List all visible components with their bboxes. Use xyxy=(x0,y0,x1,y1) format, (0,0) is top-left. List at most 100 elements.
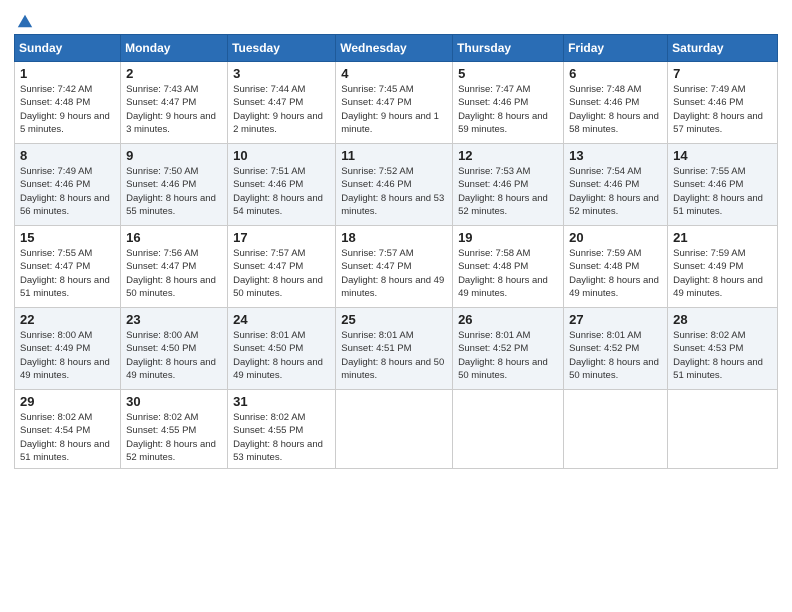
day-number: 18 xyxy=(341,230,447,245)
day-info: Sunrise: 7:55 AM Sunset: 4:47 PM Dayligh… xyxy=(20,247,115,300)
day-info: Sunrise: 7:49 AM Sunset: 4:46 PM Dayligh… xyxy=(20,165,115,218)
day-info: Sunrise: 7:56 AM Sunset: 4:47 PM Dayligh… xyxy=(126,247,222,300)
day-info: Sunrise: 7:44 AM Sunset: 4:47 PM Dayligh… xyxy=(233,83,330,136)
calendar-cell: 16 Sunrise: 7:56 AM Sunset: 4:47 PM Dayl… xyxy=(121,226,228,308)
day-number: 13 xyxy=(569,148,662,163)
logo-icon xyxy=(16,12,34,30)
daylight-label: Daylight: 8 hours and 51 minutes. xyxy=(673,193,763,217)
sunrise-label: Sunrise: 8:01 AM xyxy=(233,330,305,341)
day-info: Sunrise: 8:02 AM Sunset: 4:54 PM Dayligh… xyxy=(20,411,115,464)
sunset-label: Sunset: 4:47 PM xyxy=(126,261,196,272)
day-info: Sunrise: 7:45 AM Sunset: 4:47 PM Dayligh… xyxy=(341,83,447,136)
calendar-cell xyxy=(668,390,778,469)
sunset-label: Sunset: 4:47 PM xyxy=(20,261,90,272)
calendar-cell xyxy=(336,390,453,469)
sunrise-label: Sunrise: 7:54 AM xyxy=(569,166,641,177)
day-number: 17 xyxy=(233,230,330,245)
day-number: 28 xyxy=(673,312,772,327)
sunset-label: Sunset: 4:54 PM xyxy=(20,425,90,436)
day-number: 9 xyxy=(126,148,222,163)
calendar-cell: 24 Sunrise: 8:01 AM Sunset: 4:50 PM Dayl… xyxy=(228,308,336,390)
sunrise-label: Sunrise: 8:02 AM xyxy=(673,330,745,341)
sunrise-label: Sunrise: 7:52 AM xyxy=(341,166,413,177)
calendar-cell: 28 Sunrise: 8:02 AM Sunset: 4:53 PM Dayl… xyxy=(668,308,778,390)
day-info: Sunrise: 8:02 AM Sunset: 4:55 PM Dayligh… xyxy=(233,411,330,464)
sunrise-label: Sunrise: 7:59 AM xyxy=(569,248,641,259)
sunset-label: Sunset: 4:47 PM xyxy=(341,261,411,272)
day-number: 25 xyxy=(341,312,447,327)
sunset-label: Sunset: 4:55 PM xyxy=(233,425,303,436)
day-info: Sunrise: 8:01 AM Sunset: 4:50 PM Dayligh… xyxy=(233,329,330,382)
daylight-label: Daylight: 8 hours and 49 minutes. xyxy=(341,275,444,299)
sunset-label: Sunset: 4:47 PM xyxy=(126,97,196,108)
sunrise-label: Sunrise: 7:58 AM xyxy=(458,248,530,259)
sunset-label: Sunset: 4:48 PM xyxy=(20,97,90,108)
daylight-label: Daylight: 8 hours and 49 minutes. xyxy=(458,275,548,299)
sunset-label: Sunset: 4:46 PM xyxy=(569,179,639,190)
calendar-week-row: 1 Sunrise: 7:42 AM Sunset: 4:48 PM Dayli… xyxy=(15,62,778,144)
calendar-cell: 10 Sunrise: 7:51 AM Sunset: 4:46 PM Dayl… xyxy=(228,144,336,226)
calendar-cell: 8 Sunrise: 7:49 AM Sunset: 4:46 PM Dayli… xyxy=(15,144,121,226)
calendar-cell: 17 Sunrise: 7:57 AM Sunset: 4:47 PM Dayl… xyxy=(228,226,336,308)
calendar-cell: 15 Sunrise: 7:55 AM Sunset: 4:47 PM Dayl… xyxy=(15,226,121,308)
day-info: Sunrise: 7:54 AM Sunset: 4:46 PM Dayligh… xyxy=(569,165,662,218)
daylight-label: Daylight: 8 hours and 56 minutes. xyxy=(20,193,110,217)
calendar-cell: 2 Sunrise: 7:43 AM Sunset: 4:47 PM Dayli… xyxy=(121,62,228,144)
calendar-table: SundayMondayTuesdayWednesdayThursdayFrid… xyxy=(14,34,778,469)
day-info: Sunrise: 7:51 AM Sunset: 4:46 PM Dayligh… xyxy=(233,165,330,218)
sunset-label: Sunset: 4:52 PM xyxy=(569,343,639,354)
logo xyxy=(14,12,34,26)
calendar-cell: 1 Sunrise: 7:42 AM Sunset: 4:48 PM Dayli… xyxy=(15,62,121,144)
day-number: 22 xyxy=(20,312,115,327)
day-number: 4 xyxy=(341,66,447,81)
weekday-header-tuesday: Tuesday xyxy=(228,35,336,62)
sunset-label: Sunset: 4:46 PM xyxy=(673,97,743,108)
day-number: 10 xyxy=(233,148,330,163)
sunrise-label: Sunrise: 8:01 AM xyxy=(458,330,530,341)
sunrise-label: Sunrise: 8:00 AM xyxy=(126,330,198,341)
day-number: 5 xyxy=(458,66,558,81)
day-info: Sunrise: 7:52 AM Sunset: 4:46 PM Dayligh… xyxy=(341,165,447,218)
day-info: Sunrise: 7:57 AM Sunset: 4:47 PM Dayligh… xyxy=(233,247,330,300)
calendar-cell: 26 Sunrise: 8:01 AM Sunset: 4:52 PM Dayl… xyxy=(453,308,564,390)
calendar-cell: 21 Sunrise: 7:59 AM Sunset: 4:49 PM Dayl… xyxy=(668,226,778,308)
day-info: Sunrise: 7:59 AM Sunset: 4:48 PM Dayligh… xyxy=(569,247,662,300)
day-number: 31 xyxy=(233,394,330,409)
daylight-label: Daylight: 8 hours and 49 minutes. xyxy=(20,357,110,381)
daylight-label: Daylight: 8 hours and 50 minutes. xyxy=(126,275,216,299)
sunrise-label: Sunrise: 7:49 AM xyxy=(20,166,92,177)
day-info: Sunrise: 7:57 AM Sunset: 4:47 PM Dayligh… xyxy=(341,247,447,300)
calendar-cell: 25 Sunrise: 8:01 AM Sunset: 4:51 PM Dayl… xyxy=(336,308,453,390)
sunrise-label: Sunrise: 7:55 AM xyxy=(673,166,745,177)
calendar-week-row: 15 Sunrise: 7:55 AM Sunset: 4:47 PM Dayl… xyxy=(15,226,778,308)
sunset-label: Sunset: 4:46 PM xyxy=(569,97,639,108)
sunrise-label: Sunrise: 7:55 AM xyxy=(20,248,92,259)
day-info: Sunrise: 7:49 AM Sunset: 4:46 PM Dayligh… xyxy=(673,83,772,136)
sunset-label: Sunset: 4:48 PM xyxy=(569,261,639,272)
sunset-label: Sunset: 4:46 PM xyxy=(126,179,196,190)
daylight-label: Daylight: 8 hours and 49 minutes. xyxy=(673,275,763,299)
weekday-header-friday: Friday xyxy=(564,35,668,62)
sunrise-label: Sunrise: 7:47 AM xyxy=(458,84,530,95)
day-number: 3 xyxy=(233,66,330,81)
daylight-label: Daylight: 9 hours and 5 minutes. xyxy=(20,111,110,135)
sunset-label: Sunset: 4:50 PM xyxy=(233,343,303,354)
day-info: Sunrise: 7:47 AM Sunset: 4:46 PM Dayligh… xyxy=(458,83,558,136)
day-info: Sunrise: 8:02 AM Sunset: 4:55 PM Dayligh… xyxy=(126,411,222,464)
sunset-label: Sunset: 4:46 PM xyxy=(458,179,528,190)
calendar-cell: 29 Sunrise: 8:02 AM Sunset: 4:54 PM Dayl… xyxy=(15,390,121,469)
daylight-label: Daylight: 8 hours and 50 minutes. xyxy=(233,275,323,299)
daylight-label: Daylight: 8 hours and 52 minutes. xyxy=(126,439,216,463)
calendar-cell: 30 Sunrise: 8:02 AM Sunset: 4:55 PM Dayl… xyxy=(121,390,228,469)
calendar-week-row: 8 Sunrise: 7:49 AM Sunset: 4:46 PM Dayli… xyxy=(15,144,778,226)
day-info: Sunrise: 7:53 AM Sunset: 4:46 PM Dayligh… xyxy=(458,165,558,218)
calendar-cell xyxy=(453,390,564,469)
calendar-cell: 11 Sunrise: 7:52 AM Sunset: 4:46 PM Dayl… xyxy=(336,144,453,226)
day-number: 27 xyxy=(569,312,662,327)
sunrise-label: Sunrise: 7:51 AM xyxy=(233,166,305,177)
weekday-header-saturday: Saturday xyxy=(668,35,778,62)
sunset-label: Sunset: 4:55 PM xyxy=(126,425,196,436)
calendar-cell: 31 Sunrise: 8:02 AM Sunset: 4:55 PM Dayl… xyxy=(228,390,336,469)
sunrise-label: Sunrise: 7:44 AM xyxy=(233,84,305,95)
calendar-body: 1 Sunrise: 7:42 AM Sunset: 4:48 PM Dayli… xyxy=(15,62,778,469)
